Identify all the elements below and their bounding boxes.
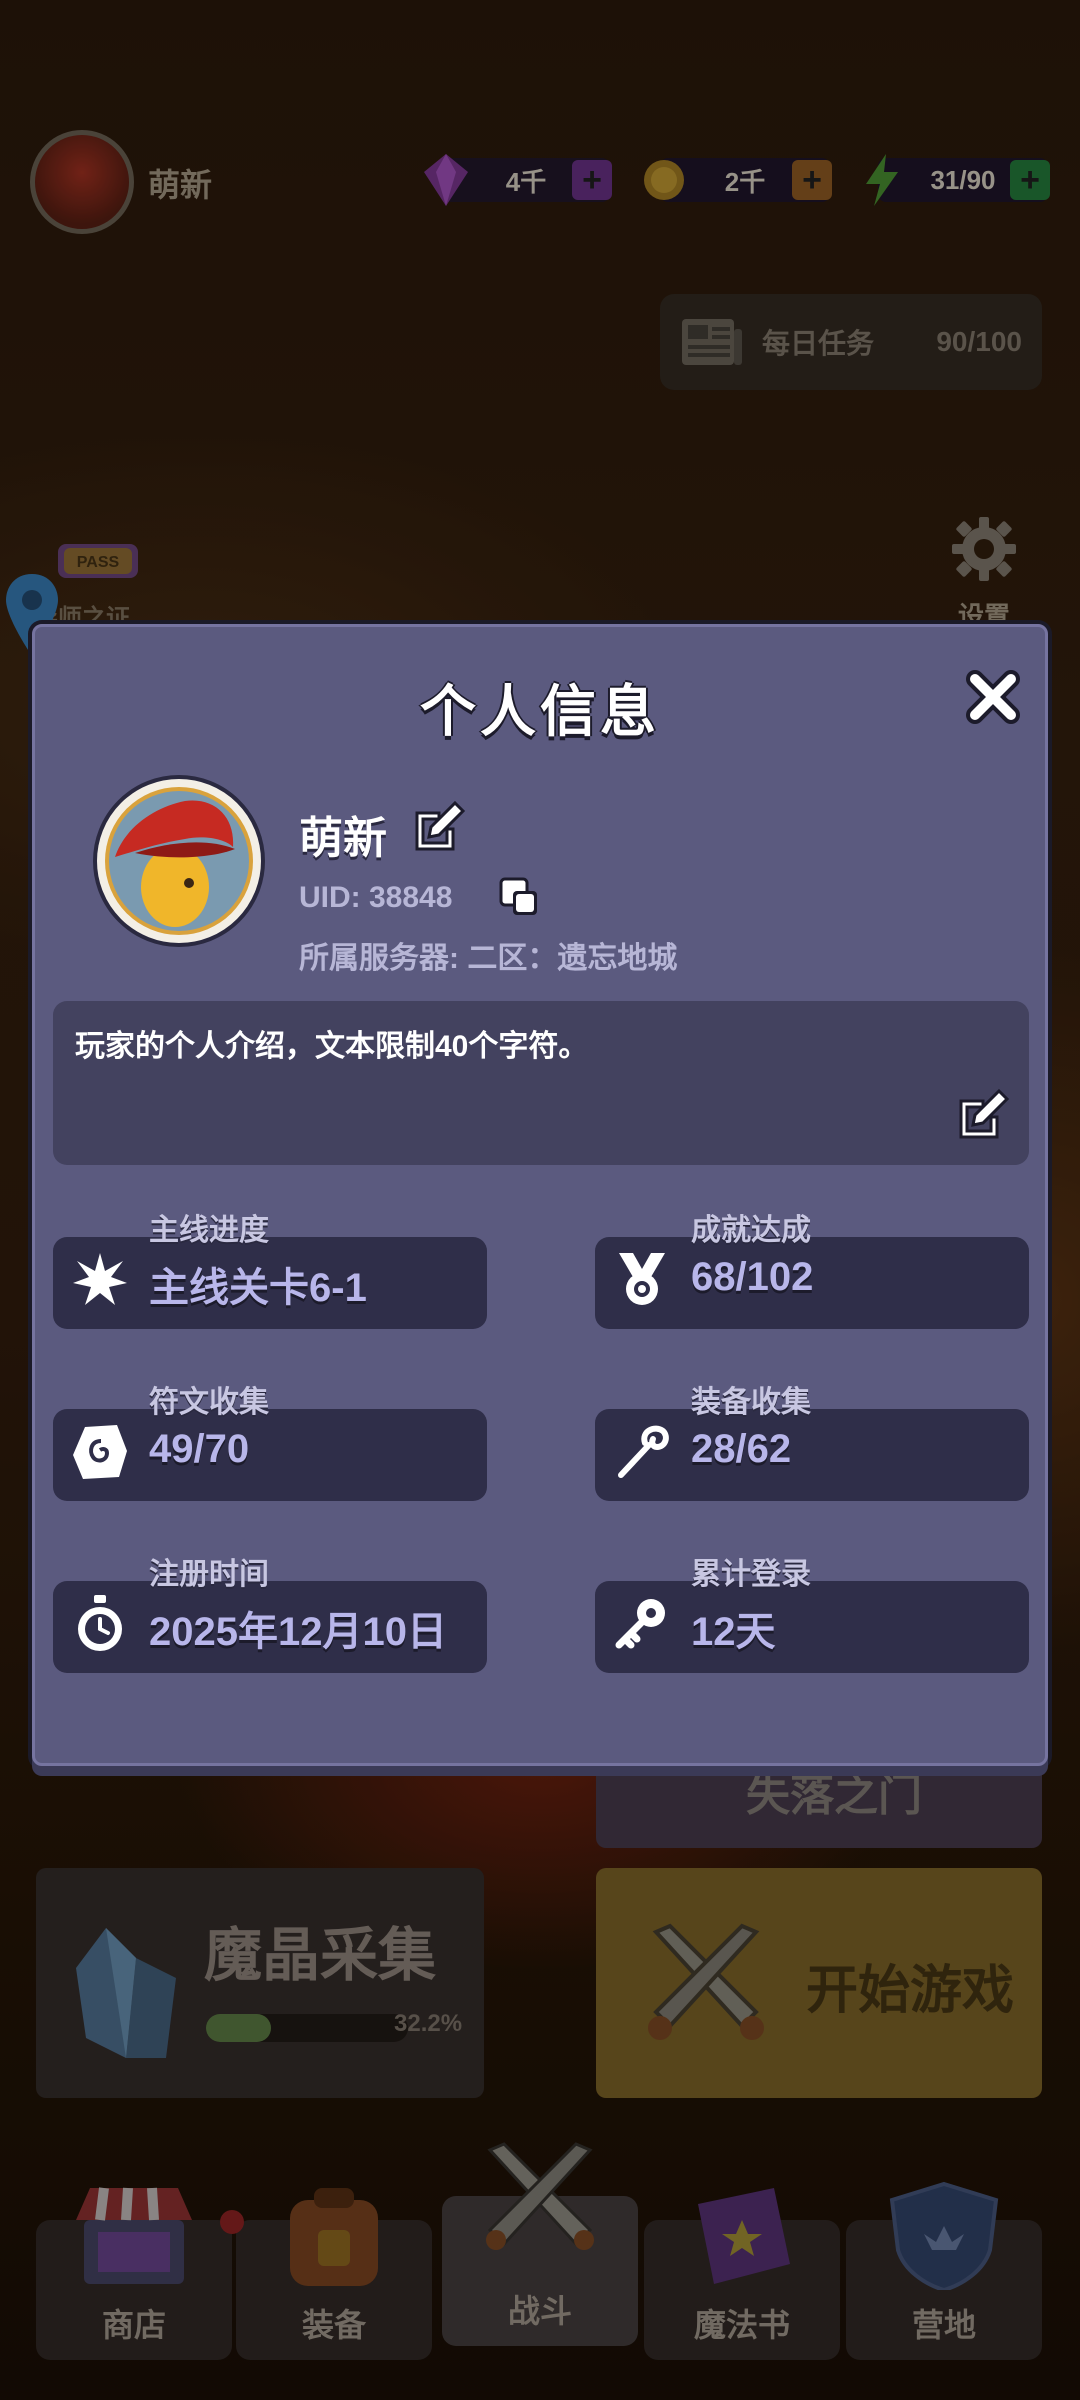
stat-label: 成就达成 [691,1214,811,1247]
stat-value: 12天 [691,1610,776,1654]
stat-rune-collection: 符文收集 49/70 [53,1386,487,1501]
stat-label: 注册时间 [149,1558,269,1591]
uid-text: UID: 38848 [299,881,453,914]
server-text: 所属服务器: 二区：遗忘地城 [299,942,678,975]
stat-label: 累计登录 [691,1558,811,1591]
stat-value: 49/70 [149,1427,250,1471]
stat-value: 28/62 [691,1427,792,1471]
stat-total-login: 累计登录 12天 [595,1558,1029,1673]
key-icon [615,1599,665,1649]
stat-main-progress: 主线进度 主线关卡6-1 [53,1214,487,1329]
modal-title: 个人信息 [420,680,660,743]
intro-text: 玩家的个人介绍，文本限制40个字符。 [75,1030,589,1063]
stat-label: 主线进度 [149,1214,269,1247]
intro-box: 玩家的个人介绍，文本限制40个字符。 [53,1001,1029,1165]
stat-label: 装备收集 [691,1386,811,1419]
stat-achievements: 成就达成 68/102 [595,1214,1029,1329]
profile-modal: 个人信息 萌新 UID: 38848 所属服务器: 二区：遗忘地城 玩家的个人介… [32,624,1048,1766]
profile-avatar[interactable] [93,775,265,947]
stat-value: 主线关卡6-1 [149,1266,367,1310]
stat-register-time: 注册时间 2025年12月10日 [53,1558,487,1673]
stat-value: 2025年12月10日 [149,1610,447,1654]
stat-label: 符文收集 [149,1386,269,1419]
edit-intro-icon[interactable] [955,1087,1011,1143]
wizard-avatar-icon [105,787,253,935]
copy-icon[interactable] [497,875,541,919]
stopwatch-icon [78,1595,122,1651]
star-burst-icon [73,1253,127,1305]
close-icon[interactable] [961,665,1025,729]
staff-icon [618,1425,669,1478]
stat-equipment-collection: 装备收集 28/62 [595,1386,1029,1501]
stat-value: 68/102 [691,1255,814,1299]
medal-icon [619,1253,665,1305]
edit-name-icon[interactable] [411,799,467,855]
player-name: 萌新 [299,814,387,863]
rune-icon [73,1425,127,1479]
